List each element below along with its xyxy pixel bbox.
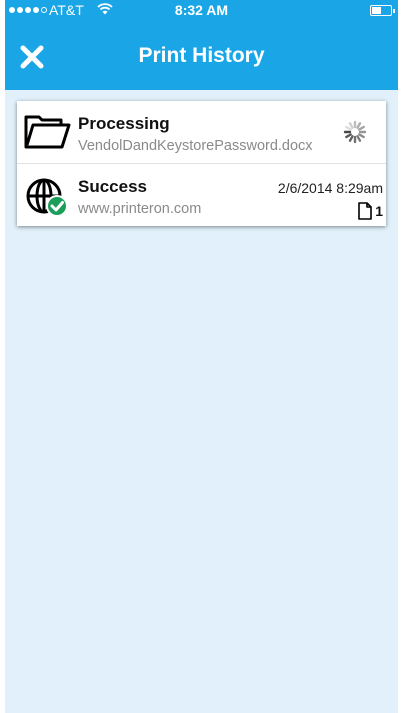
globe-check-icon bbox=[26, 178, 68, 217]
job-name: VendolDandKeystorePassword.docx bbox=[78, 138, 313, 154]
status-bar: AT&T 8:32 AM bbox=[5, 0, 398, 22]
page-icon bbox=[358, 202, 373, 220]
header: AT&T 8:32 AM Print History bbox=[5, 0, 398, 90]
job-status: Success bbox=[78, 177, 147, 196]
page-count-value: 1 bbox=[375, 203, 383, 219]
print-history-list: Processing VendolDandKeystorePassword.do… bbox=[17, 101, 386, 226]
page-count: 1 bbox=[358, 202, 383, 220]
job-name: www.printeron.com bbox=[78, 201, 202, 217]
navbar: Print History bbox=[5, 22, 398, 90]
battery-icon bbox=[370, 5, 395, 16]
list-item[interactable]: Processing VendolDandKeystorePassword.do… bbox=[17, 101, 386, 163]
status-time: 8:32 AM bbox=[174, 2, 229, 18]
spinner-icon bbox=[343, 120, 367, 144]
folder-icon bbox=[24, 115, 71, 149]
job-status: Processing bbox=[78, 114, 170, 133]
job-date: 2/6/2014 8:29am bbox=[277, 180, 383, 196]
app-screen: AT&T 8:32 AM Print History Processing Ve… bbox=[5, 0, 398, 713]
list-item[interactable]: Success www.printeron.com 2/6/2014 8:29a… bbox=[17, 163, 386, 226]
page-title: Print History bbox=[138, 44, 265, 67]
